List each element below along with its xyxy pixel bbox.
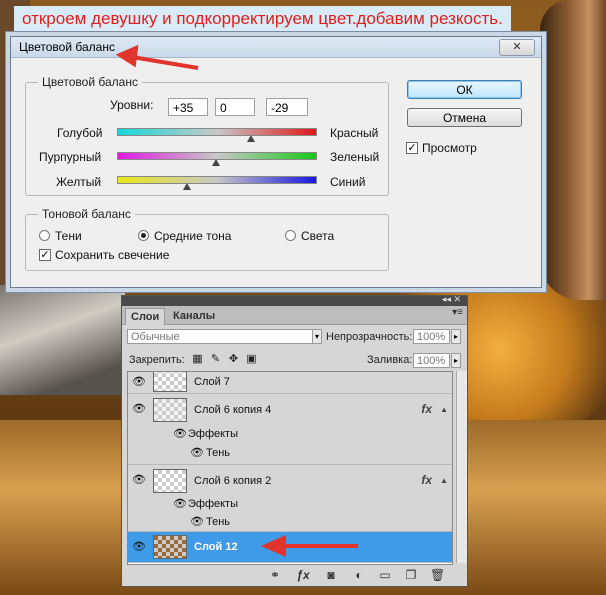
arrow-to-layer [261,534,358,558]
annotation-arrows [115,44,358,558]
arrow-to-title [115,44,199,70]
